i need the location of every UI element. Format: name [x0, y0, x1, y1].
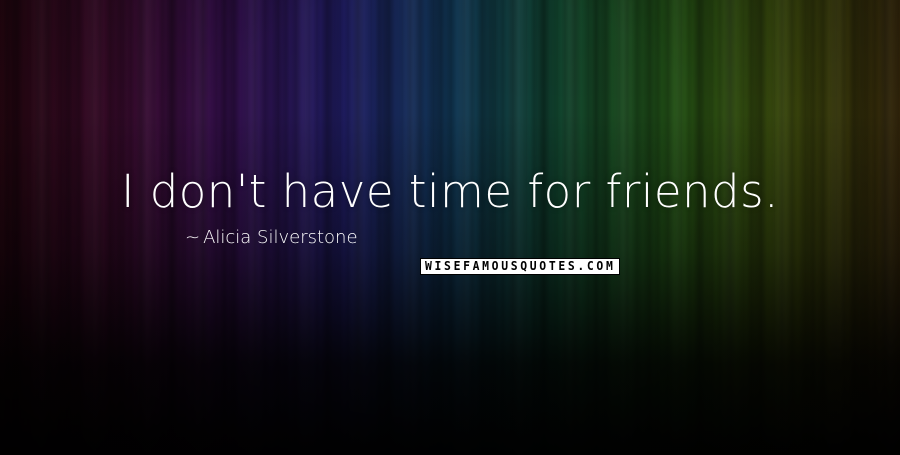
author-prefix: ~	[185, 227, 201, 248]
watermark-text: WISEFAMOUSQUOTES.COM	[424, 259, 616, 273]
quote-image: I don't have time for friends. ~ Alicia S…	[0, 0, 900, 455]
quote-text: I don't have time for friends.	[121, 165, 779, 218]
watermark-logo: WISEFAMOUSQUOTES.COM	[420, 258, 620, 275]
author-name: Alicia Silverstone	[203, 227, 358, 248]
vignette	[0, 0, 900, 455]
author-line: ~ Alicia Silverstone	[185, 226, 358, 250]
